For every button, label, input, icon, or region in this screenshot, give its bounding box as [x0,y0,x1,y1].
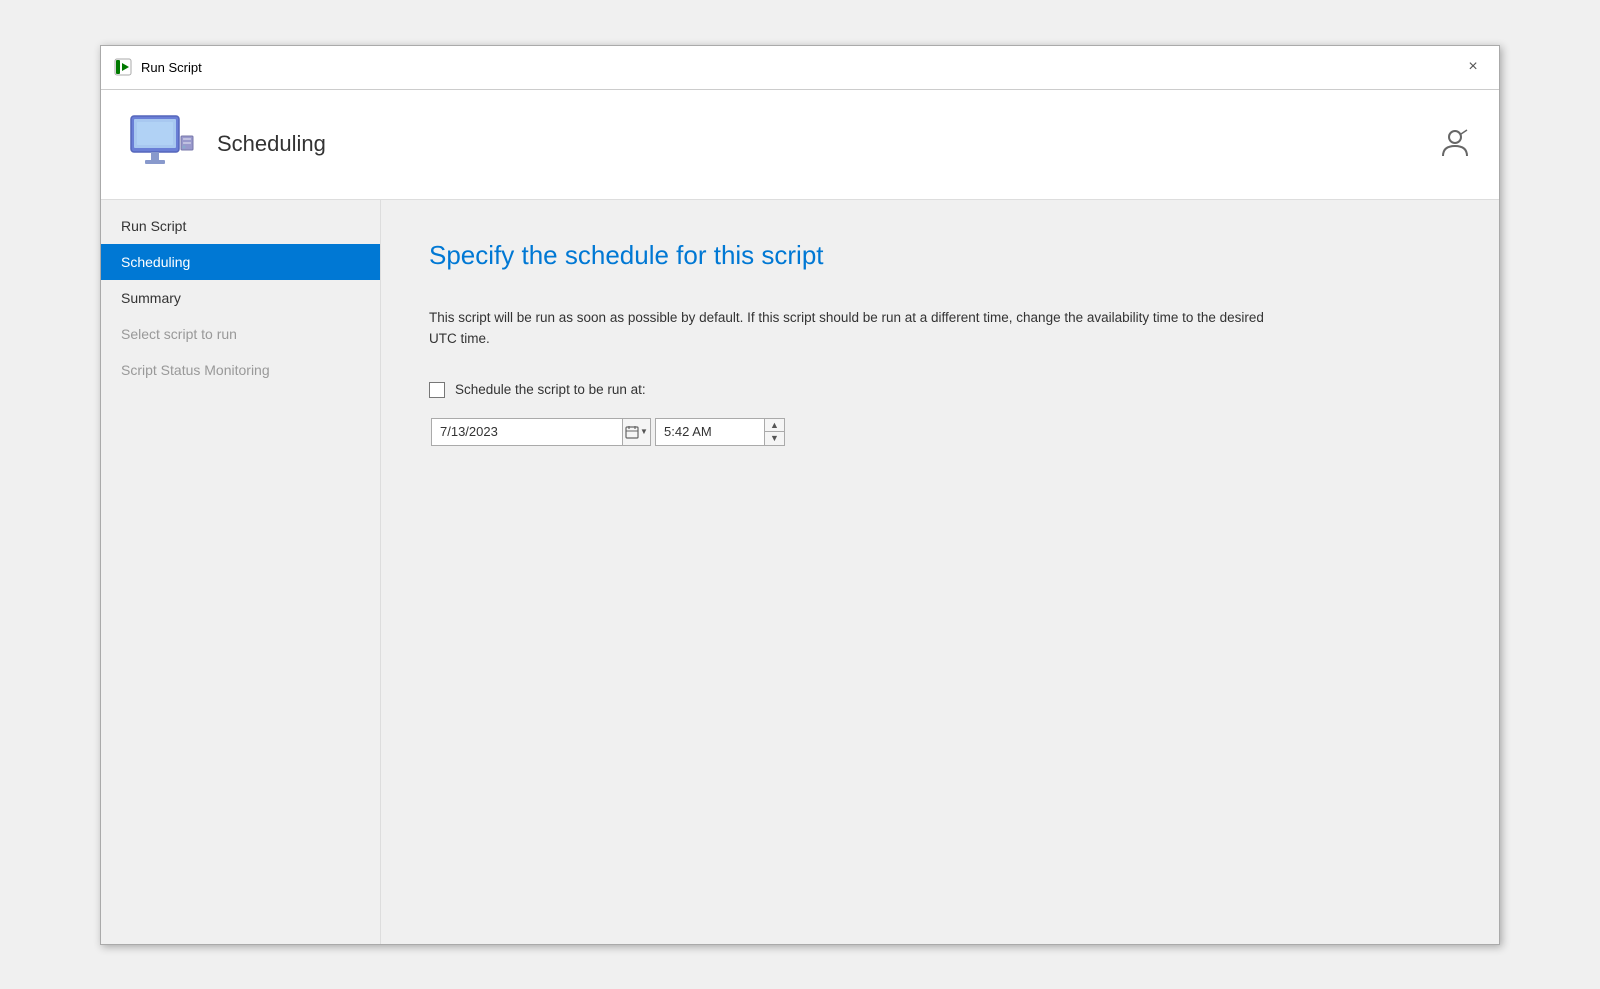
date-picker-button[interactable]: ▼ [622,419,650,445]
datetime-row: 7/13/2023 ▼ 5:42 AM [431,418,1451,446]
date-value: 7/13/2023 [432,424,622,439]
sidebar-item-script-status: Script Status Monitoring [101,352,380,388]
schedule-label: Schedule the script to be run at: [455,382,646,397]
header-title: Scheduling [217,131,326,157]
header-area: Scheduling [101,90,1499,200]
main-content: Run Script Scheduling Summary Select scr… [101,200,1499,944]
time-input[interactable]: 5:42 AM ▲ ▼ [655,418,785,446]
time-value: 5:42 AM [656,424,764,439]
title-bar-title: Run Script [141,60,202,75]
window: Run Script × Scheduling [100,45,1500,945]
time-spinner[interactable]: ▲ ▼ [764,419,784,445]
dropdown-arrow-icon: ▼ [640,427,648,436]
time-decrement-button[interactable]: ▼ [765,432,784,445]
header-left: Scheduling [125,108,326,180]
person-svg-icon [1437,126,1473,162]
close-button[interactable]: × [1459,53,1487,81]
sidebar-item-run-script[interactable]: Run Script [101,208,380,244]
content-panel: Specify the schedule for this script Thi… [381,200,1499,944]
sidebar-item-scheduling[interactable]: Scheduling [101,244,380,280]
run-script-icon [113,57,133,77]
schedule-checkbox[interactable] [429,382,445,398]
sidebar: Run Script Scheduling Summary Select scr… [101,200,381,944]
calendar-icon [625,425,639,439]
computer-icon [125,108,197,180]
schedule-option: Schedule the script to be run at: [429,382,1451,398]
page-heading: Specify the schedule for this script [429,240,1451,271]
user-icon [1435,124,1475,164]
title-bar: Run Script × [101,46,1499,90]
sidebar-item-summary[interactable]: Summary [101,280,380,316]
title-bar-left: Run Script [113,57,202,77]
sidebar-item-select-script: Select script to run [101,316,380,352]
run-script-svg-icon [114,58,132,76]
date-input[interactable]: 7/13/2023 ▼ [431,418,651,446]
description-text: This script will be run as soon as possi… [429,307,1289,350]
time-increment-button[interactable]: ▲ [765,419,784,433]
